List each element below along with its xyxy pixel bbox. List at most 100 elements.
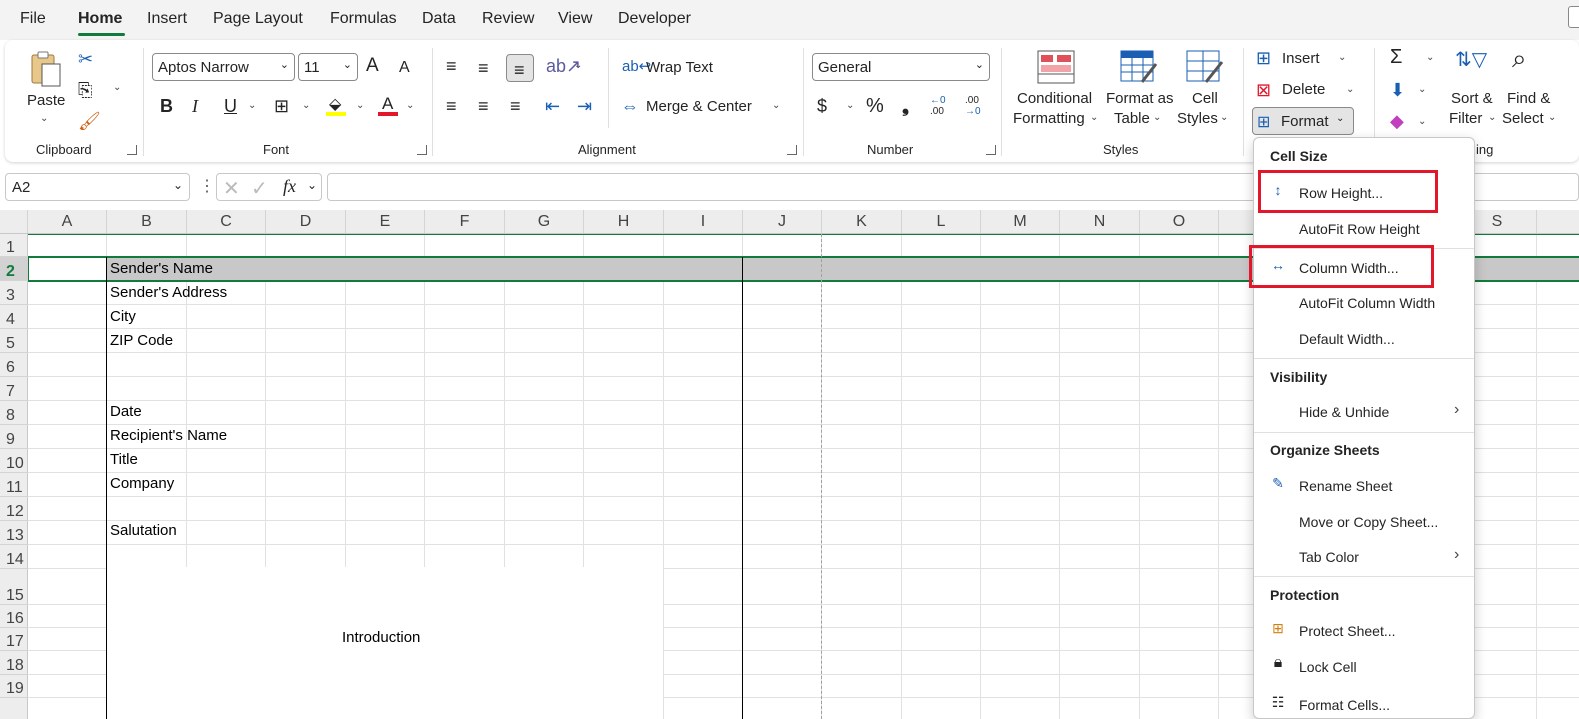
column-header-c[interactable]: C [187,210,266,233]
chevron-down-icon[interactable]: ⌄ [248,100,256,111]
row-header-8[interactable]: 8 [0,401,28,425]
column-header-g[interactable]: G [505,210,584,233]
chevron-down-icon[interactable]: ⌄ [846,100,854,111]
row-header-14[interactable]: 14 [0,545,28,569]
more-options-icon[interactable]: ⋮ [199,176,215,196]
cell-b3[interactable]: Sender's Address [110,284,227,301]
active-cell[interactable] [28,257,106,281]
align-right-icon[interactable]: ≡ [510,96,521,116]
font-name-select[interactable]: Aptos Narrow ⌄ [152,53,295,81]
column-header-e[interactable]: E [346,210,425,233]
chevron-down-icon[interactable]: ⌄ [1426,52,1434,63]
tab-view[interactable]: View [558,10,592,28]
row-header-15[interactable]: 15 [0,569,28,605]
tab-file[interactable]: File [20,10,46,28]
row-header-18[interactable]: 18 [0,651,28,675]
cell-b11[interactable]: Company [110,475,174,492]
row-header-16[interactable]: 16 [0,605,28,628]
row-header-19[interactable]: 19 [0,675,28,698]
cell-b9[interactable]: Recipient's Name [110,427,227,444]
cell-b4[interactable]: City [110,308,136,325]
select-all-button[interactable] [0,210,28,233]
dialog-launcher-icon[interactable] [417,145,427,155]
move-copy-sheet-item[interactable]: Move or Copy Sheet... [1299,514,1438,530]
chevron-down-icon[interactable]: ⌄ [574,60,582,71]
row-header-5[interactable]: 5 [0,329,28,353]
tab-page-layout[interactable]: Page Layout [213,10,303,28]
name-box[interactable]: A2 ⌄ [5,173,190,201]
row-header-7[interactable]: 7 [0,377,28,401]
increase-indent-icon[interactable]: ⇥ [577,96,592,116]
row-header-6[interactable]: 6 [0,353,28,377]
window-corner-button[interactable] [1568,6,1579,28]
increase-font-icon[interactable]: A [366,56,379,76]
column-header-b[interactable]: B [107,210,187,233]
row-header-10[interactable]: 10 [0,449,28,473]
cell-b2[interactable]: Sender's Name [110,260,213,277]
row-header-9[interactable]: 9 [0,425,28,449]
tab-insert[interactable]: Insert [147,10,187,28]
chevron-down-icon[interactable]: ⌄ [307,178,317,192]
font-size-select[interactable]: 11 ⌄ [298,53,358,81]
column-header-h[interactable]: H [584,210,664,233]
autofit-column-width-item[interactable]: AutoFit Column Width [1299,295,1435,311]
tab-data[interactable]: Data [422,10,456,28]
column-header-m[interactable]: M [981,210,1060,233]
copy-icon[interactable]: ⎘ [78,80,92,100]
chevron-down-icon[interactable]: ⌄ [1418,116,1426,127]
row-header-13[interactable]: 13 [0,521,28,545]
row-header-1[interactable]: 1 [0,234,28,257]
decrease-indent-icon[interactable]: ⇤ [545,96,560,116]
tab-formulas[interactable]: Formulas [330,10,397,28]
column-header-o[interactable]: O [1140,210,1219,233]
cell-b5[interactable]: ZIP Code [110,332,173,349]
increase-decimal-icon[interactable]: ←0.00 [930,95,958,121]
clear-icon[interactable]: ◆ [1390,111,1404,131]
column-header-a[interactable]: A [28,210,107,233]
cell-b10[interactable]: Title [110,451,138,468]
underline-button[interactable]: U [224,96,237,116]
cell-b13[interactable]: Salutation [110,522,177,539]
cancel-icon[interactable]: ✕ [223,176,240,201]
italic-button[interactable]: I [192,96,198,116]
row-header-4[interactable]: 4 [0,305,28,329]
default-width-item[interactable]: Default Width... [1299,331,1395,347]
row-header-11[interactable]: 11 [0,473,28,497]
column-header-f[interactable]: F [425,210,505,233]
chevron-down-icon[interactable]: ⌄ [1418,84,1426,95]
bold-button[interactable]: B [160,96,173,116]
column-header-k[interactable]: K [822,210,902,233]
row-header-2[interactable]: 2 [0,257,28,281]
borders-icon[interactable]: ⊞ [274,96,289,116]
tab-review[interactable]: Review [482,10,534,28]
column-header-l[interactable]: L [902,210,981,233]
currency-icon[interactable]: $ [817,96,827,116]
chevron-down-icon[interactable]: ⌄ [113,82,121,93]
column-header-n[interactable]: N [1060,210,1140,233]
column-header-d[interactable]: D [266,210,346,233]
dialog-launcher-icon[interactable] [986,145,996,155]
number-format-select[interactable]: General ⌄ [812,53,990,81]
autofit-row-height-item[interactable]: AutoFit Row Height [1299,221,1420,237]
middle-align-icon[interactable]: ≡ [478,58,489,78]
row-header-3[interactable]: 3 [0,281,28,305]
format-painter-icon[interactable]: 🖌 [78,111,101,131]
decrease-font-icon[interactable]: A [399,58,410,78]
cut-icon[interactable]: ✂ [78,49,93,69]
cell-b8[interactable]: Date [110,403,142,420]
format-cells-button[interactable]: ⊞ Format ⌄ [1252,107,1354,135]
fill-color-icon[interactable]: ⬙ [326,94,348,118]
fill-icon[interactable]: ⬇ [1390,80,1405,100]
cell-introduction[interactable]: Introduction [342,629,420,646]
comma-icon[interactable]: ❟ [902,96,909,116]
confirm-icon[interactable]: ✓ [251,176,268,201]
insert-function-icon[interactable]: fx [283,176,296,197]
chevron-down-icon[interactable]: ⌄ [406,100,414,111]
bottom-align-button[interactable]: ≡ [506,54,534,82]
chevron-down-icon[interactable]: ⌄ [356,100,364,111]
decrease-decimal-icon[interactable]: .00 →0 [965,95,993,121]
font-color-icon[interactable]: A [378,94,400,118]
column-header-i[interactable]: I [664,210,743,233]
column-header-j[interactable]: J [743,210,822,233]
chevron-down-icon[interactable]: ⌄ [302,100,310,111]
